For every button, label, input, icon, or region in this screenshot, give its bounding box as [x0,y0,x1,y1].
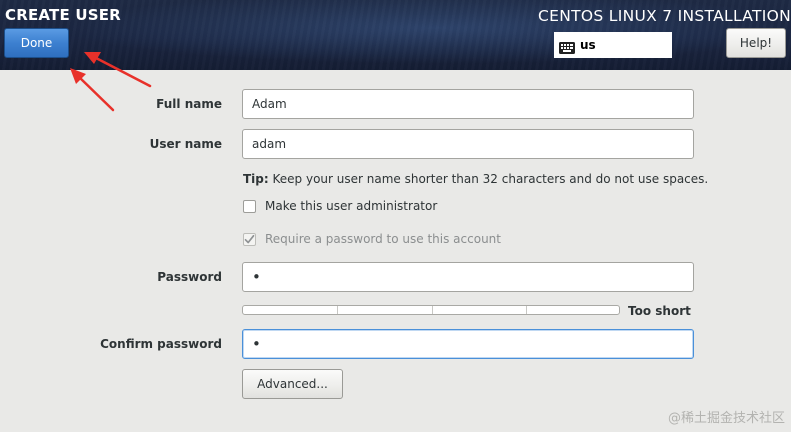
make-admin-option[interactable]: Make this user administrator [243,199,437,213]
tip-text: Keep your user name shorter than 32 char… [268,172,709,186]
full-name-label: Full name [156,97,222,111]
password-input[interactable] [242,262,694,292]
password-strength-bar [242,305,620,315]
header-bar: CREATE USER CENTOS LINUX 7 INSTALLATION … [0,0,791,70]
password-label: Password [157,270,222,284]
require-password-option: Require a password to use this account [243,232,501,246]
confirm-password-label: Confirm password [100,337,222,351]
watermark: @稀土掘金技术社区 [667,411,785,426]
advanced-button[interactable]: Advanced... [242,369,343,399]
user-name-label: User name [149,137,222,151]
checkmark-icon [244,234,255,243]
user-name-tip: Tip: Keep your user name shorter than 32… [243,172,708,186]
make-admin-label: Make this user administrator [265,199,438,213]
keyboard-layout-label: us [580,38,596,52]
confirm-password-input[interactable] [242,329,694,359]
make-admin-checkbox[interactable] [243,199,256,213]
keyboard-layout-indicator[interactable]: us [554,32,672,58]
user-name-input[interactable] [242,129,694,159]
screen-title: CREATE USER [5,6,121,24]
keyboard-icon [559,39,575,54]
tip-prefix: Tip: [243,172,269,186]
password-strength-text: Too short [628,304,691,318]
done-button[interactable]: Done [4,28,69,58]
installation-title: CENTOS LINUX 7 INSTALLATION [538,7,791,25]
require-password-label: Require a password to use this account [265,232,501,246]
require-password-checkbox [243,232,256,246]
help-button[interactable]: Help! [726,28,786,58]
create-user-screen: CREATE USER CENTOS LINUX 7 INSTALLATION … [0,0,791,432]
full-name-input[interactable] [242,89,694,119]
